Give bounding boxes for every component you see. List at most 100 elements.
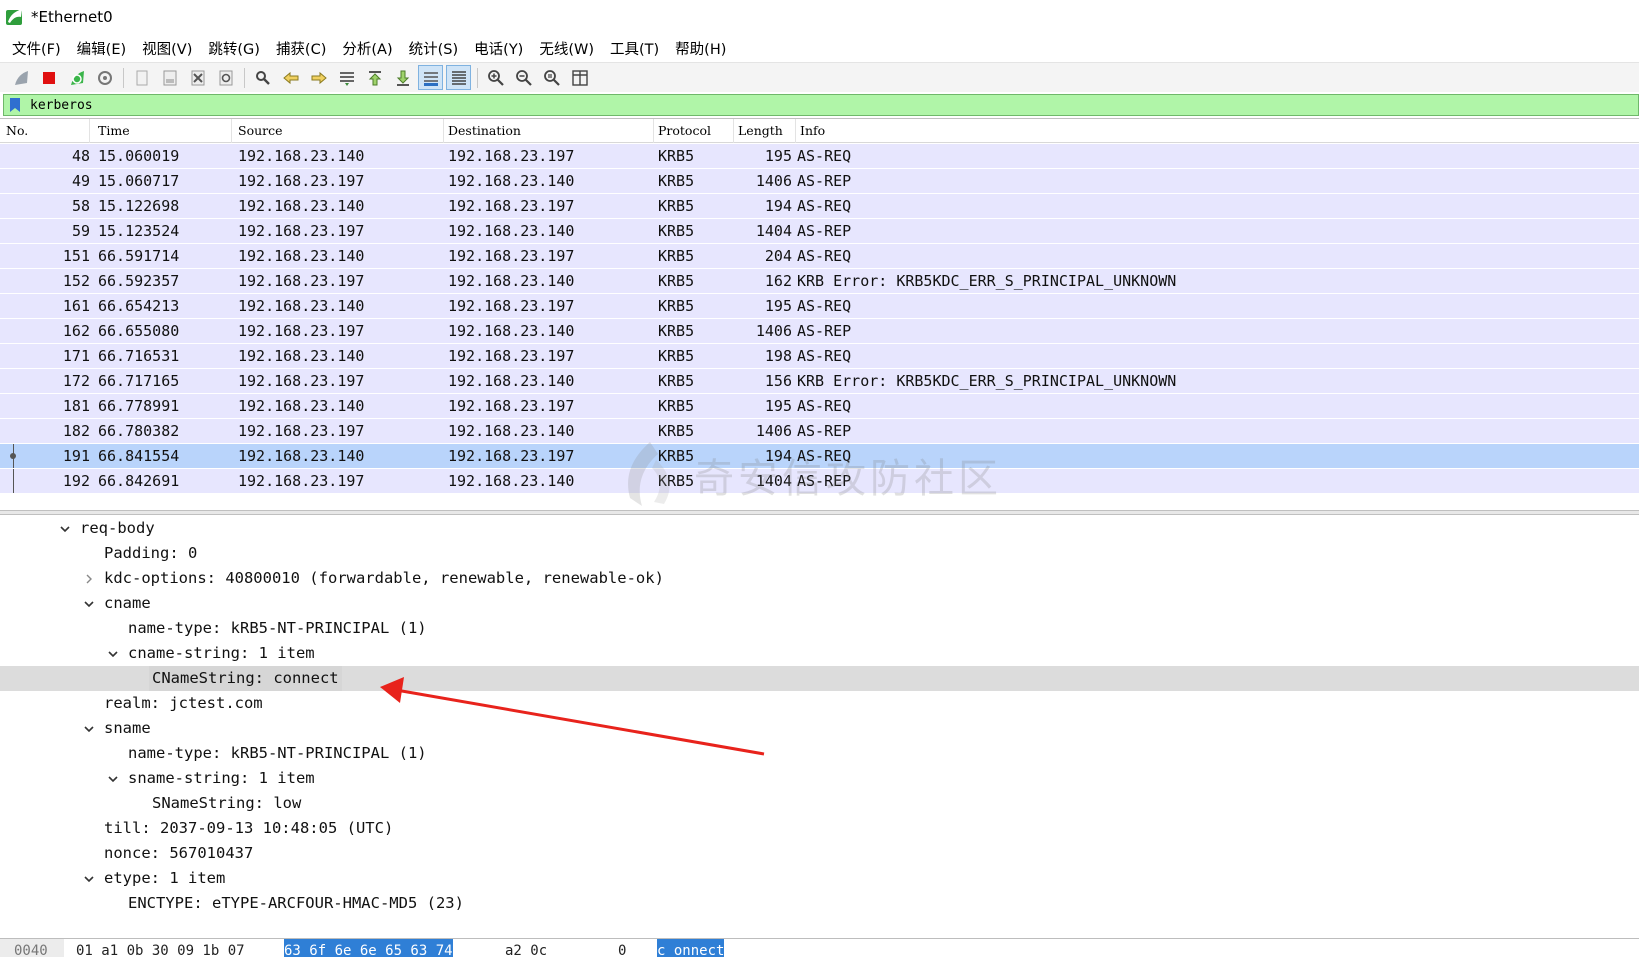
cell-length: 194 xyxy=(764,197,792,215)
capture-options-icon[interactable] xyxy=(92,65,117,90)
cell-info: AS-REP xyxy=(797,422,852,440)
cell-destination: 192.168.23.140 xyxy=(448,422,575,440)
detail-row[interactable]: till: 2037-09-13 10:48:05 (UTC) xyxy=(0,816,1639,841)
shark-fin-start-icon[interactable] xyxy=(8,65,33,90)
zoom-in-icon[interactable] xyxy=(483,65,508,90)
detail-row[interactable]: nonce: 567010437 xyxy=(0,841,1639,866)
cell-destination: 192.168.23.140 xyxy=(448,272,575,290)
go-first-packet-icon[interactable] xyxy=(362,65,387,90)
cell-protocol: KRB5 xyxy=(658,422,695,440)
go-to-packet-icon[interactable] xyxy=(334,65,359,90)
packet-row[interactable]: 151 66.591714 192.168.23.140 192.168.23.197… xyxy=(0,244,1639,268)
detail-row[interactable]: kdc-options: 40800010 (forwardable, rene… xyxy=(0,566,1639,591)
detail-row[interactable]: realm: jctest.com xyxy=(0,691,1639,716)
cell-info: KRB Error: KRB5KDC_ERR_S_PRINCIPAL_UNKNO… xyxy=(797,272,1177,290)
auto-scroll-icon[interactable] xyxy=(418,65,443,90)
packet-row[interactable]: 58 15.122698 192.168.23.140 192.168.23.197 K… xyxy=(0,194,1639,218)
column-header-destination[interactable]: Destination xyxy=(444,119,654,143)
detail-row[interactable]: sname xyxy=(0,716,1639,741)
menu-statistics[interactable]: 统计(S) xyxy=(403,38,467,59)
detail-row[interactable]: name-type: kRB5-NT-PRINCIPAL (1) xyxy=(0,616,1639,641)
normal-size-icon[interactable] xyxy=(539,65,564,90)
detail-row[interactable]: sname-string: 1 item xyxy=(0,766,1639,791)
menu-wireless[interactable]: 无线(W) xyxy=(533,38,602,59)
column-header-info[interactable]: Info xyxy=(796,119,1639,143)
menu-analyze[interactable]: 分析(A) xyxy=(336,38,400,59)
cell-info: AS-REQ xyxy=(797,347,852,365)
go-back-icon[interactable] xyxy=(278,65,303,90)
pane-splitter[interactable] xyxy=(0,510,1639,515)
display-filter-input[interactable]: kerberos xyxy=(30,98,93,113)
menu-capture[interactable]: 捕获(C) xyxy=(270,38,334,59)
detail-field-text: cname xyxy=(104,594,151,612)
bytes-ascii-selected[interactable]: c onnect xyxy=(657,939,725,957)
save-file-icon[interactable] xyxy=(157,65,182,90)
bookmark-icon[interactable] xyxy=(6,96,24,114)
bytes-hex-selected[interactable]: 63 6f 6e 6e 65 63 74 xyxy=(284,939,453,957)
zoom-out-icon[interactable] xyxy=(511,65,536,90)
chevron-down-icon[interactable] xyxy=(106,641,120,666)
detail-field-text: req-body xyxy=(80,519,155,537)
close-file-icon[interactable] xyxy=(185,65,210,90)
packet-row[interactable]: 171 66.716531 192.168.23.140 192.168.23.197… xyxy=(0,344,1639,368)
packet-row[interactable]: 161 66.654213 192.168.23.140 192.168.23.197… xyxy=(0,294,1639,318)
cell-protocol: KRB5 xyxy=(658,472,695,490)
menu-file[interactable]: 文件(F) xyxy=(6,38,69,59)
bytes-hex-before[interactable]: 01 a1 0b 30 09 1b 07 xyxy=(76,939,245,957)
column-header-protocol[interactable]: Protocol xyxy=(654,119,734,143)
restart-capture-icon[interactable] xyxy=(64,65,89,90)
open-file-icon[interactable] xyxy=(129,65,154,90)
menu-help[interactable]: 帮助(H) xyxy=(669,38,734,59)
display-filter-bar[interactable]: kerberos xyxy=(3,94,1639,116)
cell-time: 15.123524 xyxy=(98,222,180,240)
go-forward-icon[interactable] xyxy=(306,65,331,90)
detail-row[interactable]: Padding: 0 xyxy=(0,541,1639,566)
packet-row[interactable]: 48 15.060019 192.168.23.140 192.168.23.197 K… xyxy=(0,144,1639,168)
menu-tools[interactable]: 工具(T) xyxy=(604,38,667,59)
detail-row-selected[interactable]: CNameString: connect xyxy=(0,666,1639,691)
packet-row[interactable]: 181 66.778991 192.168.23.140 192.168.23.197… xyxy=(0,394,1639,418)
packet-row[interactable]: 182 66.780382 192.168.23.197 192.168.23.140… xyxy=(0,419,1639,443)
column-header-no[interactable]: No. xyxy=(2,119,90,143)
chevron-down-icon[interactable] xyxy=(82,866,96,891)
chevron-down-icon[interactable] xyxy=(58,516,72,541)
column-header-time[interactable]: Time xyxy=(94,119,232,143)
packet-row-selected[interactable]: 191 66.841554 192.168.23.140 192.168.23.197… xyxy=(0,444,1639,468)
chevron-right-icon[interactable] xyxy=(82,566,96,591)
reload-file-icon[interactable] xyxy=(213,65,238,90)
chevron-down-icon[interactable] xyxy=(82,591,96,616)
menu-telephony[interactable]: 电话(Y) xyxy=(468,38,531,59)
packet-row[interactable]: 59 15.123524 192.168.23.197 192.168.23.140 K… xyxy=(0,219,1639,243)
packet-row[interactable]: 192 66.842691 192.168.23.197 192.168.23.140… xyxy=(0,469,1639,493)
detail-row[interactable]: name-type: kRB5-NT-PRINCIPAL (1) xyxy=(0,741,1639,766)
column-header-length[interactable]: Length xyxy=(734,119,796,143)
detail-row[interactable]: ENCTYPE: eTYPE-ARCFOUR-HMAC-MD5 (23) xyxy=(0,891,1639,916)
cell-protocol: KRB5 xyxy=(658,147,695,165)
detail-row[interactable]: SNameString: low xyxy=(0,791,1639,816)
packet-row[interactable]: 152 66.592357 192.168.23.197 192.168.23.140… xyxy=(0,269,1639,293)
chevron-down-icon[interactable] xyxy=(106,766,120,791)
detail-row[interactable]: cname-string: 1 item xyxy=(0,641,1639,666)
find-packet-icon[interactable] xyxy=(250,65,275,90)
cell-length: 195 xyxy=(764,297,792,315)
cell-protocol: KRB5 xyxy=(658,372,695,390)
bytes-hex-after[interactable]: a2 0c xyxy=(505,939,547,957)
packet-row[interactable]: 162 66.655080 192.168.23.197 192.168.23.140… xyxy=(0,319,1639,343)
packet-row[interactable]: 49 15.060717 192.168.23.197 192.168.23.140 K… xyxy=(0,169,1639,193)
packet-bytes-pane: 0040 01 a1 0b 30 09 1b 07 63 6f 6e 6e 65… xyxy=(0,938,1639,957)
menu-view[interactable]: 视图(V) xyxy=(136,38,200,59)
detail-row[interactable]: cname xyxy=(0,591,1639,616)
detail-field-text: CNameString: connect xyxy=(149,666,342,691)
packet-row[interactable]: 172 66.717165 192.168.23.197 192.168.23.140… xyxy=(0,369,1639,393)
go-last-packet-icon[interactable] xyxy=(390,65,415,90)
stop-capture-icon[interactable] xyxy=(36,65,61,90)
detail-row[interactable]: req-body xyxy=(0,516,1639,541)
menu-edit[interactable]: 编辑(E) xyxy=(71,38,134,59)
bytes-ascii-before[interactable]: 0 xyxy=(618,939,626,957)
chevron-down-icon[interactable] xyxy=(82,716,96,741)
menu-go[interactable]: 跳转(G) xyxy=(202,38,268,59)
detail-row[interactable]: etype: 1 item xyxy=(0,866,1639,891)
colorize-icon[interactable] xyxy=(446,65,471,90)
column-header-source[interactable]: Source xyxy=(234,119,444,143)
resize-columns-icon[interactable] xyxy=(567,65,592,90)
